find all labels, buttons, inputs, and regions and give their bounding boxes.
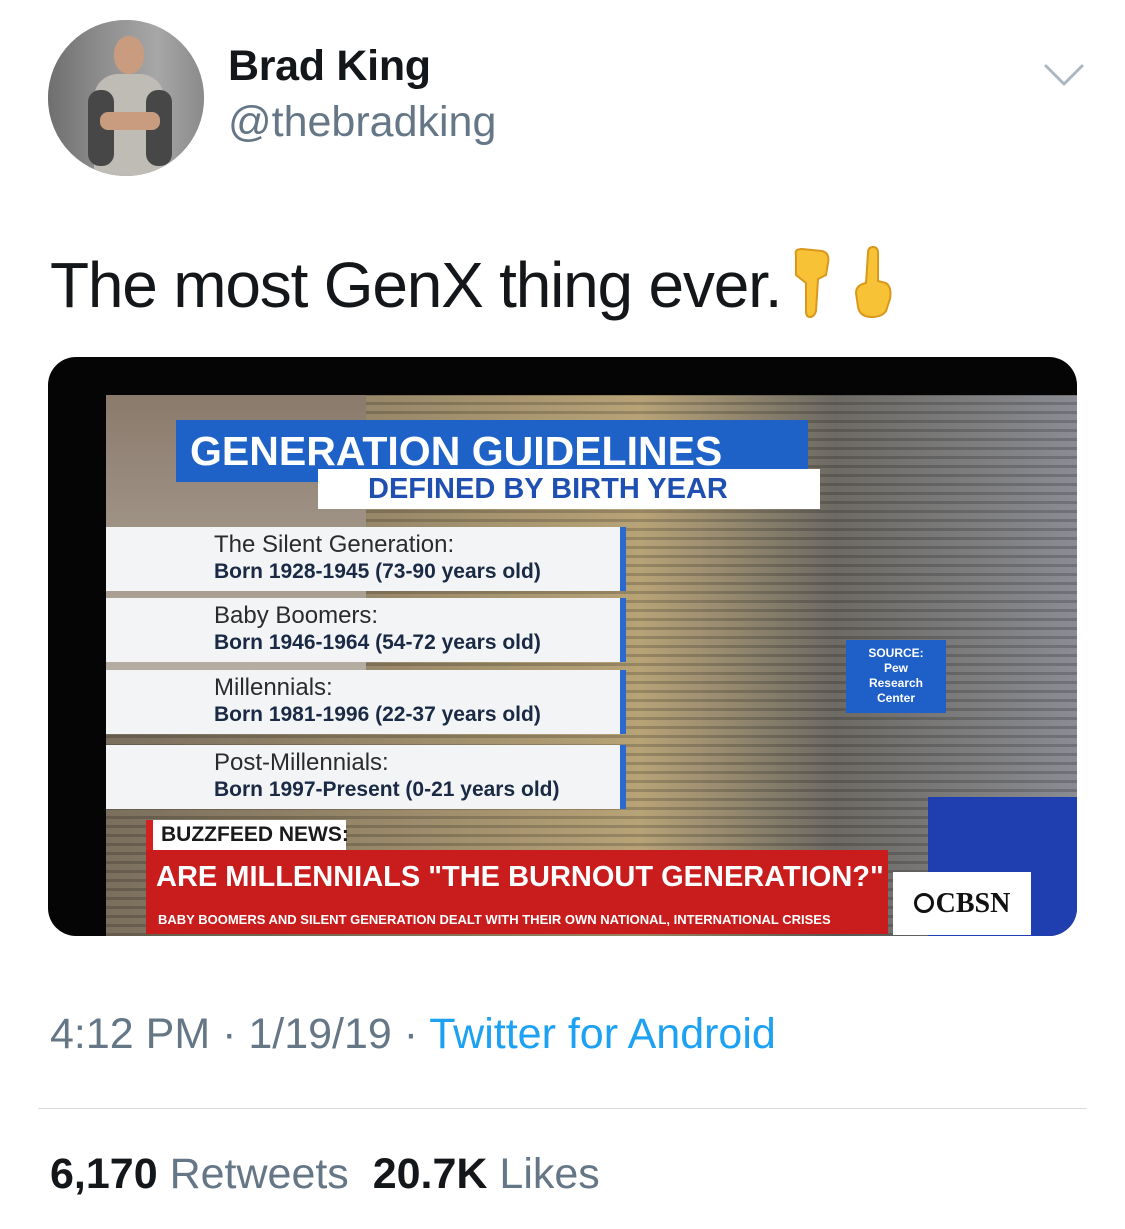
tweet-source-link[interactable]: Twitter for Android <box>429 1010 776 1058</box>
generation-born: Born 1981-1996 (22-37 years old) <box>214 703 541 726</box>
headline-bar: ARE MILLENNIALS "THE BURNOUT GENERATION?… <box>146 850 888 906</box>
generation-name: The Silent Generation: <box>214 531 455 558</box>
likes-label: Likes <box>499 1150 600 1198</box>
tweet-date: 1/19/19 <box>248 1010 392 1058</box>
network-logo: CBSN <box>893 872 1031 935</box>
tweet-media-image[interactable]: GENERATION GUIDELINES DEFINED BY BIRTH Y… <box>48 357 1077 936</box>
generation-name: Millennials: <box>214 674 333 701</box>
retweets-count: 6,170 <box>50 1150 158 1198</box>
likes-count: 20.7K <box>372 1150 488 1198</box>
generation-row: The Silent Generation: Born 1928-1945 (7… <box>106 527 626 591</box>
chevron-down-icon[interactable] <box>1043 60 1085 90</box>
divider <box>38 1108 1087 1109</box>
cbs-eye-icon <box>913 892 934 913</box>
avatar[interactable] <box>48 20 204 176</box>
generation-born: Born 1928-1945 (73-90 years old) <box>214 560 541 583</box>
news-tag: BUZZFEED NEWS: <box>146 820 349 850</box>
tweet-time: 4:12 PM <box>50 1010 211 1058</box>
generation-row: Baby Boomers: Born 1946-1964 (54-72 year… <box>106 598 626 662</box>
generation-row: Post-Millennials: Born 1997-Present (0-2… <box>106 745 626 809</box>
author-name[interactable]: Brad King <box>228 42 431 91</box>
retweets-label: Retweets <box>169 1150 349 1198</box>
tweet-meta: 4:12 PM · 1/19/19 · Twitter for Android <box>50 1010 776 1058</box>
backhand-index-pointing-up-emoji <box>854 245 892 319</box>
author-handle[interactable]: @thebradking <box>228 98 496 147</box>
generation-name: Post-Millennials: <box>214 749 389 776</box>
generation-name: Baby Boomers: <box>214 602 379 629</box>
generation-born: Born 1946-1964 (54-72 years old) <box>214 631 541 654</box>
tweet-text: The most GenX thing ever. <box>50 249 782 321</box>
likes-link[interactable]: 20.7K Likes <box>373 1150 600 1198</box>
generation-row: Millennials: Born 1981-1996 (22-37 years… <box>106 670 626 734</box>
tweet-stats: 6,170 Retweets 20.7K Likes <box>50 1150 600 1199</box>
graphic-subtitle: DEFINED BY BIRTH YEAR <box>318 469 820 509</box>
retweets-link[interactable]: 6,170 Retweets <box>50 1150 349 1198</box>
ticker-text: BABY BOOMERS AND SILENT GENERATION DEALT… <box>146 906 888 934</box>
backhand-index-pointing-down-emoji <box>794 247 830 319</box>
source-badge: SOURCE: Pew Research Center <box>846 640 946 713</box>
generation-born: Born 1997-Present (0-21 years old) <box>214 778 560 801</box>
